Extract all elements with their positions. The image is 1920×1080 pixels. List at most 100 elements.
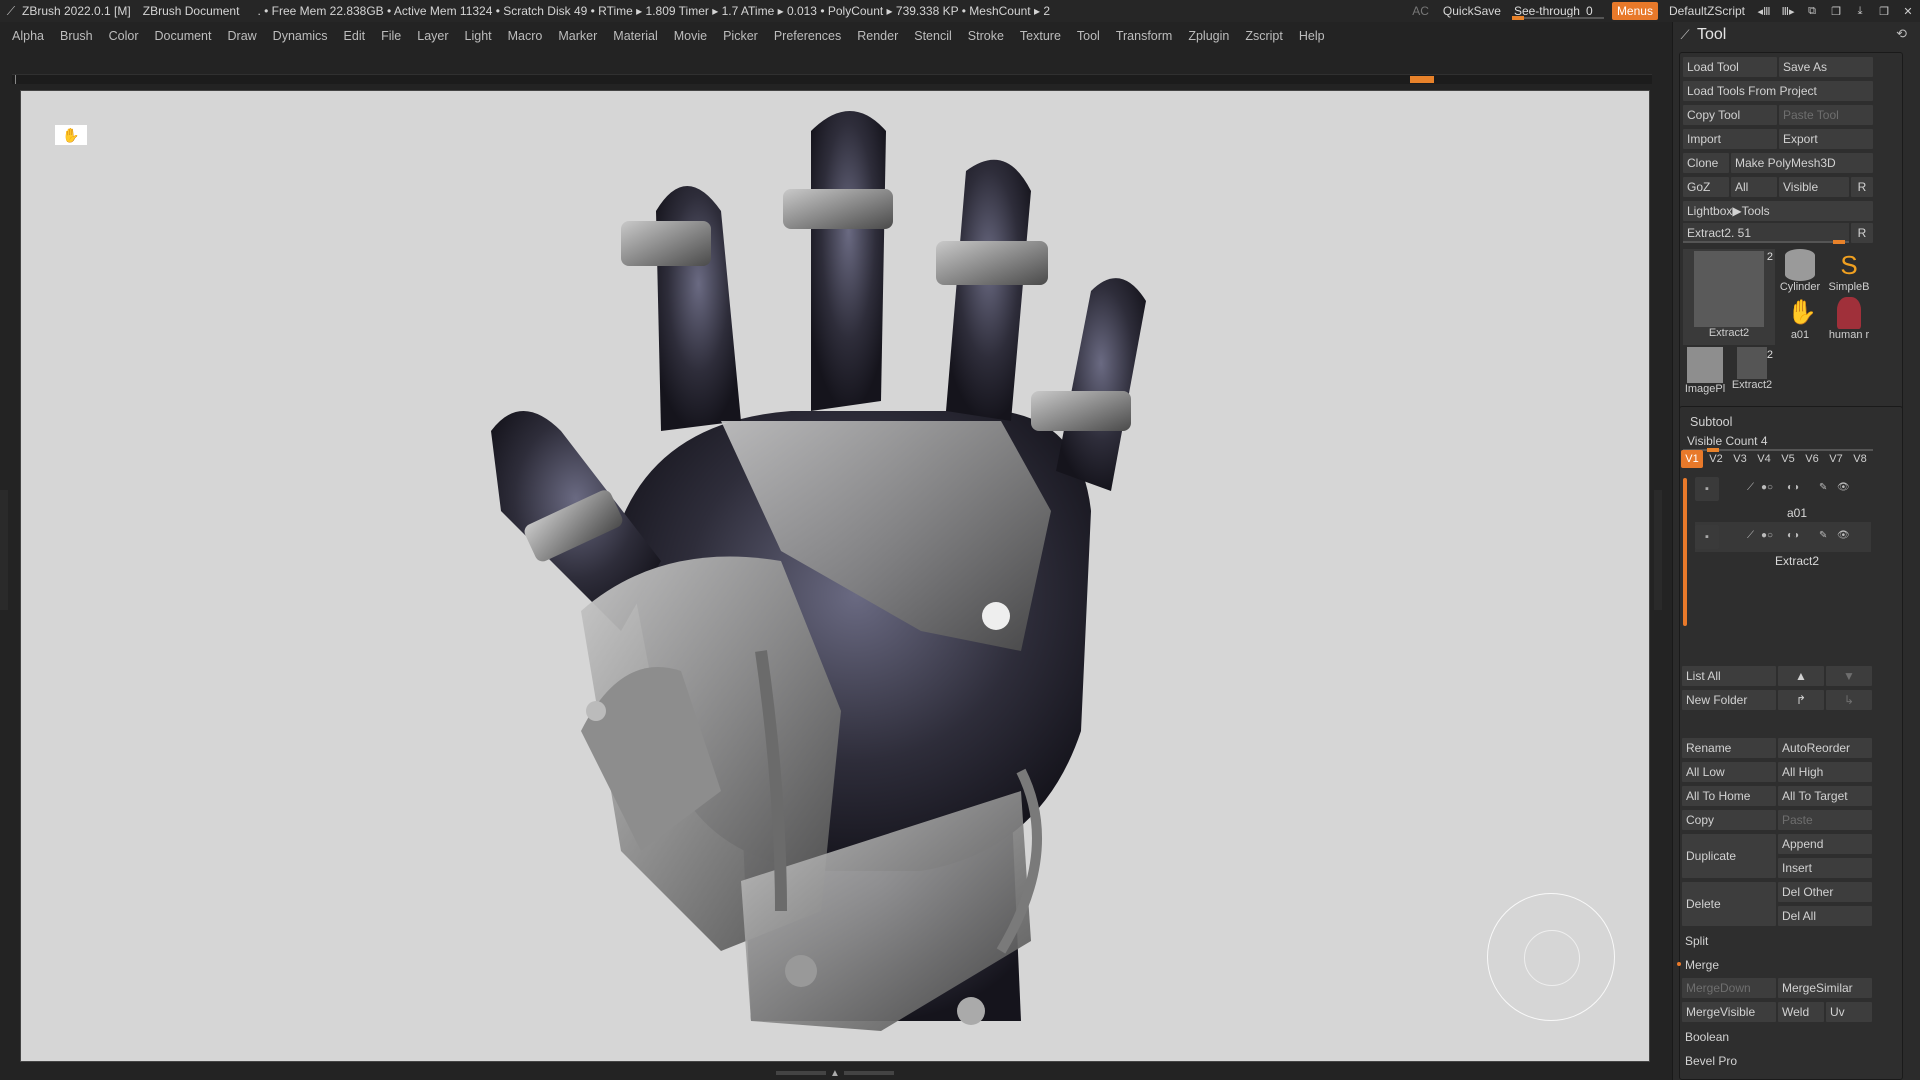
tab-v2[interactable]: V2 [1705,450,1727,468]
menu-dynamics[interactable]: Dynamics [273,29,328,43]
tool-thumb-imageplane[interactable]: ImagePl [1683,347,1727,395]
tab-v4[interactable]: V4 [1753,450,1775,468]
a01-toggle-icon[interactable]: ●○ [1761,482,1773,493]
menu-preferences[interactable]: Preferences [774,29,841,43]
tab-v3[interactable]: V3 [1729,450,1751,468]
a01-polypaint-icon[interactable]: ⟋ [1747,482,1754,493]
export-button[interactable]: Export [1779,129,1873,149]
subtool-scrollbar[interactable] [1683,478,1687,626]
bottom-tray-handle[interactable]: ▲ [770,1068,900,1079]
menu-alpha[interactable]: Alpha [12,29,44,43]
all-to-target-button[interactable]: All To Target [1778,786,1872,806]
tab-v8[interactable]: V8 [1849,450,1871,468]
weld-button[interactable]: Weld [1778,1002,1824,1022]
autoreorder-button[interactable]: AutoReorder [1778,738,1872,758]
append-button[interactable]: Append [1778,834,1872,854]
menu-document[interactable]: Document [155,29,212,43]
canvas-viewport[interactable]: ✋ [20,90,1650,1062]
subtool-title[interactable]: Subtool [1690,415,1732,429]
menu-macro[interactable]: Macro [508,29,543,43]
right-tray-handle[interactable] [1654,490,1662,610]
extract2-material-icon[interactable]: ◐◑ [1787,530,1799,541]
left-tray-handle[interactable] [0,490,8,610]
split-section[interactable]: Split [1685,934,1708,948]
menu-draw[interactable]: Draw [228,29,257,43]
menu-help[interactable]: Help [1299,29,1325,43]
menu-zplugin[interactable]: Zplugin [1188,29,1229,43]
default-zscript-button[interactable]: DefaultZScript [1662,0,1752,22]
menu-edit[interactable]: Edit [344,29,366,43]
goz-button[interactable]: GoZ [1683,177,1729,197]
close-icon[interactable]: ✕ [1896,0,1920,22]
clone-button[interactable]: Clone [1683,153,1729,173]
menu-transform[interactable]: Transform [1116,29,1173,43]
tool-thumb-extract2[interactable]: 2 Extract2 [1683,249,1775,345]
refresh-icon[interactable]: ⟲ [1896,26,1907,42]
menu-color[interactable]: Color [109,29,139,43]
menu-render[interactable]: Render [857,29,898,43]
bevel-pro-section[interactable]: Bevel Pro [1685,1054,1737,1068]
subtool-item-a01[interactable]: ▪ ⟋ ●○ ◐◑ ✎ 👁 [1695,474,1871,504]
list-all-button[interactable]: List All [1682,666,1776,686]
copy-tool-button[interactable]: Copy Tool [1683,105,1777,125]
tab-v5[interactable]: V5 [1777,450,1799,468]
extract2-visibility-eye-icon[interactable]: 👁 [1837,530,1850,541]
tab-v6[interactable]: V6 [1801,450,1823,468]
menu-file[interactable]: File [381,29,401,43]
boolean-section[interactable]: Boolean [1685,1030,1729,1044]
mergesimilar-button[interactable]: MergeSimilar [1778,978,1872,998]
visible-count-slider[interactable]: Visible Count 4 [1683,431,1873,452]
maximize-icon[interactable]: ❐ [1872,0,1896,22]
window-arrange-icon[interactable]: ⧉ [1800,0,1824,22]
extract2-polypaint-icon[interactable]: ⟋ [1747,530,1754,541]
menu-picker[interactable]: Picker [723,29,758,43]
menu-texture[interactable]: Texture [1020,29,1061,43]
del-all-button[interactable]: Del All [1778,906,1872,926]
menu-zscript[interactable]: Zscript [1245,29,1283,43]
menu-movie[interactable]: Movie [674,29,707,43]
menu-light[interactable]: Light [465,29,492,43]
menu-material[interactable]: Material [613,29,657,43]
a01-brush-icon[interactable]: ✎ [1819,482,1827,493]
save-as-button[interactable]: Save As [1779,57,1873,77]
move-up-arrow-icon[interactable]: ▲ [1778,666,1824,686]
tool-thumb-simpleb[interactable]: S SimpleB [1825,249,1873,295]
del-other-button[interactable]: Del Other [1778,882,1872,902]
quicksave-button[interactable]: QuickSave [1436,0,1508,22]
minimize-icon[interactable]: ⤓ [1848,0,1872,22]
menu-stencil[interactable]: Stencil [914,29,952,43]
folder-out-icon[interactable]: ↳ [1826,690,1872,710]
insert-button[interactable]: Insert [1778,858,1872,878]
all-high-button[interactable]: All High [1778,762,1872,782]
merge-section[interactable]: Merge [1685,958,1719,972]
mergevisible-button[interactable]: MergeVisible [1682,1002,1776,1022]
window-restore-icon[interactable]: ❐ [1824,0,1848,22]
menus-button[interactable]: Menus [1611,2,1658,20]
all-to-home-button[interactable]: All To Home [1682,786,1776,806]
load-tool-button[interactable]: Load Tool [1683,57,1777,77]
menu-layer[interactable]: Layer [417,29,448,43]
paste-subtool-button[interactable]: Paste [1778,810,1872,830]
all-low-button[interactable]: All Low [1682,762,1776,782]
menu-marker[interactable]: Marker [558,29,597,43]
tool-thumb-extract2-small[interactable]: 2 Extract2 [1729,347,1775,393]
timeline-track[interactable] [12,74,1652,84]
delete-button[interactable]: Delete [1682,882,1776,926]
subtool-item-extract2[interactable]: ▪ ⟋ ●○ ◐◑ ✎ 👁 [1695,522,1871,552]
folder-arrow-icon[interactable]: ↱ [1778,690,1824,710]
menu-tool[interactable]: Tool [1077,29,1100,43]
uv-button[interactable]: Uv [1826,1002,1872,1022]
current-tool-slider[interactable]: Extract2. 51 [1683,223,1849,244]
lightbox-tools-button[interactable]: Lightbox▶Tools [1683,201,1873,221]
copy-subtool-button[interactable]: Copy [1682,810,1776,830]
goz-visible-button[interactable]: Visible [1779,177,1849,197]
duplicate-button[interactable]: Duplicate [1682,834,1776,878]
menu-brush[interactable]: Brush [60,29,93,43]
paste-tool-button[interactable]: Paste Tool [1779,105,1873,125]
see-through-slider[interactable]: See-through 0 [1508,0,1608,22]
goz-r-button[interactable]: R [1851,177,1873,197]
a01-visibility-eye-icon[interactable]: 👁 [1837,482,1850,493]
move-down-arrow-icon[interactable]: ▼ [1826,666,1872,686]
make-polymesh3d-button[interactable]: Make PolyMesh3D [1731,153,1873,173]
navigation-gizmo[interactable] [1487,893,1615,1021]
